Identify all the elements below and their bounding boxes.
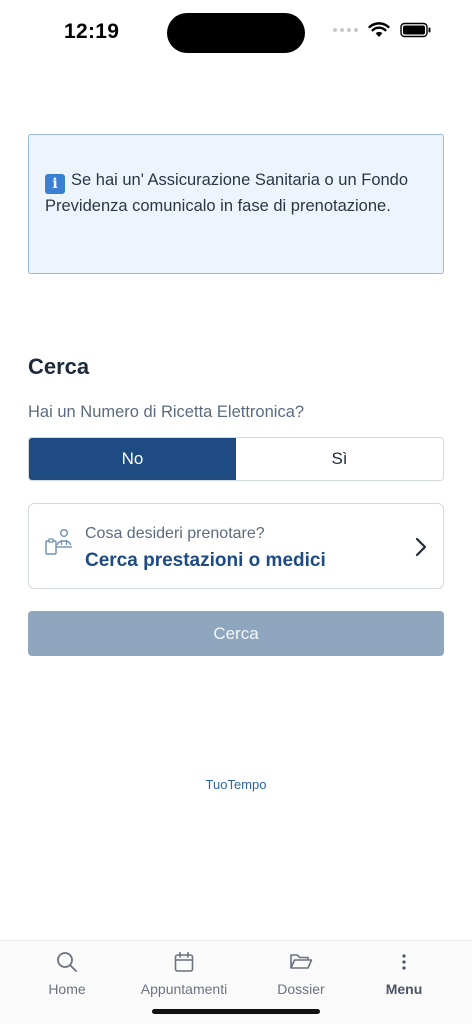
chevron-right-icon [415, 537, 427, 557]
cellular-signal-icon [333, 28, 358, 32]
tab-menu-label: Menu [385, 981, 423, 997]
toggle-option-no[interactable]: No [29, 438, 236, 480]
info-icon: i [45, 174, 65, 194]
status-bar: 12:19 [0, 0, 472, 64]
more-vertical-icon [402, 954, 406, 970]
wifi-icon [368, 22, 390, 37]
card-subtitle: Cosa desideri prenotare? [85, 525, 265, 542]
dynamic-island [167, 13, 305, 53]
status-time: 12:19 [64, 20, 120, 43]
folder-open-icon [290, 954, 313, 969]
brand-footer-link[interactable]: TuoTempo [0, 777, 472, 792]
tab-dossier-label: Dossier [277, 981, 325, 997]
search-icon [57, 952, 77, 972]
info-text-block: i Se hai un' Assicurazione Sanitaria o un… [45, 168, 427, 218]
tab-home-label: Home [48, 981, 86, 997]
tab-appuntamenti[interactable]: Appuntamenti [129, 951, 239, 997]
tab-menu[interactable]: Menu [349, 951, 459, 997]
search-services-card[interactable]: Cosa desideri prenotare? Cerca prestazio… [28, 503, 444, 589]
prescription-toggle: No Sì [28, 437, 444, 481]
tab-home[interactable]: Home [12, 951, 122, 997]
info-message: Se hai un' Assicurazione Sanitaria o un … [45, 171, 409, 215]
tab-dossier[interactable]: Dossier [246, 951, 356, 997]
toggle-option-yes[interactable]: Sì [236, 438, 443, 480]
prescription-question: Hai un Numero di Ricetta Elettronica? [28, 403, 305, 421]
insurance-info-box: i Se hai un' Assicurazione Sanitaria o un… [28, 134, 444, 274]
battery-icon [400, 22, 431, 38]
doctor-desk-icon [45, 529, 72, 555]
section-title: Cerca [28, 354, 90, 379]
search-button[interactable]: Cerca [28, 611, 444, 656]
tab-appuntamenti-label: Appuntamenti [140, 981, 228, 997]
status-icons [333, 22, 432, 38]
card-title: Cerca prestazioni o medici [85, 550, 326, 571]
home-indicator[interactable] [152, 1009, 320, 1014]
calendar-icon [174, 951, 194, 972]
